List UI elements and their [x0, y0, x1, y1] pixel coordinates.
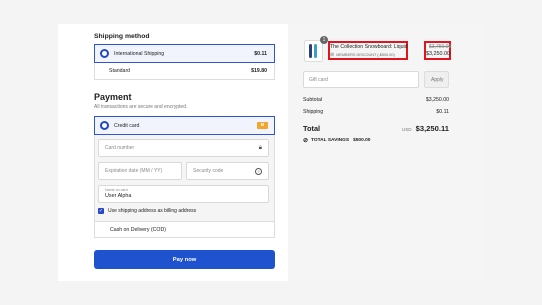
product-thumbnail	[304, 40, 323, 62]
tag-icon: ⊘	[330, 52, 335, 58]
tag-icon: ⊘	[303, 138, 309, 144]
snowboard-image	[314, 44, 317, 58]
payment-option-credit-card[interactable]: Credit card B	[94, 116, 275, 135]
security-code-placeholder: Security code	[193, 168, 224, 174]
subtotal-label: Subtotal	[303, 97, 323, 103]
total-row: Total USD $3,250.11	[303, 124, 449, 133]
name-on-card-value: User Alpha	[105, 193, 132, 199]
pay-now-button[interactable]: Pay now	[94, 250, 275, 269]
shipping-option-price: $0.11	[254, 50, 267, 57]
savings-label: TOTAL SAVINGS	[311, 138, 350, 143]
radio-selected-icon	[100, 49, 109, 58]
lock-icon: 🔒︎	[258, 144, 262, 151]
order-summary-panel	[288, 24, 484, 281]
shipping-option-label: Standard	[109, 68, 131, 74]
billing-checkbox-label: Use shipping address as billing address	[108, 208, 197, 214]
total-label: Total	[303, 124, 321, 133]
shipping-option-price: $19.80	[251, 68, 267, 74]
help-circle-icon: ?	[255, 167, 262, 175]
shipping-option-international[interactable]: International Shipping $0.11	[94, 44, 275, 63]
card-number-input[interactable]: Card number 🔒︎	[98, 139, 269, 157]
card-brand-icon: B	[257, 122, 268, 129]
currency-code: USD	[401, 127, 412, 132]
shipping-value: $0.11	[436, 109, 449, 115]
payment-heading: Payment	[94, 92, 132, 102]
radio-selected-icon	[100, 121, 109, 130]
quantity-badge: 1	[320, 36, 328, 44]
shipping-option-label: International Shipping	[114, 50, 165, 57]
total-value: $3,250.11	[415, 124, 449, 133]
gift-card-input[interactable]: Gift card	[303, 71, 419, 88]
credit-card-label: Credit card	[114, 122, 140, 129]
subtotal-row: Subtotal $3,250.00	[303, 97, 449, 103]
name-on-card-label: Name on card	[105, 188, 128, 192]
shipping-label: Shipping	[303, 109, 324, 115]
name-on-card-input[interactable]: Name on card User Alpha	[98, 185, 269, 203]
billing-address-checkbox[interactable]: ✓ Use shipping address as billing addres…	[98, 208, 196, 214]
card-number-placeholder: Card number	[105, 145, 135, 151]
security-code-input[interactable]: Security code ?	[186, 162, 269, 180]
snowboard-image	[309, 44, 312, 58]
discount-text: MEMBERS DISCOUNT (-$500.00)	[336, 53, 395, 57]
discount-line: ⊘ MEMBERS DISCOUNT (-$500.00)	[330, 52, 395, 58]
total-savings: ⊘ TOTAL SAVINGS $500.00	[303, 137, 370, 144]
checkmark-icon: ✓	[98, 208, 104, 214]
cod-label: Cash on Delivery (COD)	[110, 226, 166, 233]
gift-card-placeholder: Gift card	[309, 76, 328, 83]
expiration-date-input[interactable]: Expiration date (MM / YY)	[98, 162, 182, 180]
final-price: $3,250.00	[426, 51, 450, 57]
payment-subtitle: All transactions are secure and encrypte…	[94, 104, 188, 110]
expiration-placeholder: Expiration date (MM / YY)	[105, 168, 163, 174]
product-name: The Collection Snowboard: Liquid	[330, 44, 408, 50]
shipping-method-heading: Shipping method	[94, 33, 150, 40]
subtotal-value: $3,250.00	[425, 97, 449, 103]
shipping-row: Shipping $0.11	[303, 109, 449, 115]
apply-button[interactable]: Apply	[424, 71, 449, 88]
original-price: $3,750.00	[429, 44, 452, 50]
payment-option-cod[interactable]: Cash on Delivery (COD)	[94, 221, 275, 238]
shipping-option-standard[interactable]: Standard $19.80	[94, 63, 275, 80]
savings-value: $500.00	[353, 138, 371, 143]
